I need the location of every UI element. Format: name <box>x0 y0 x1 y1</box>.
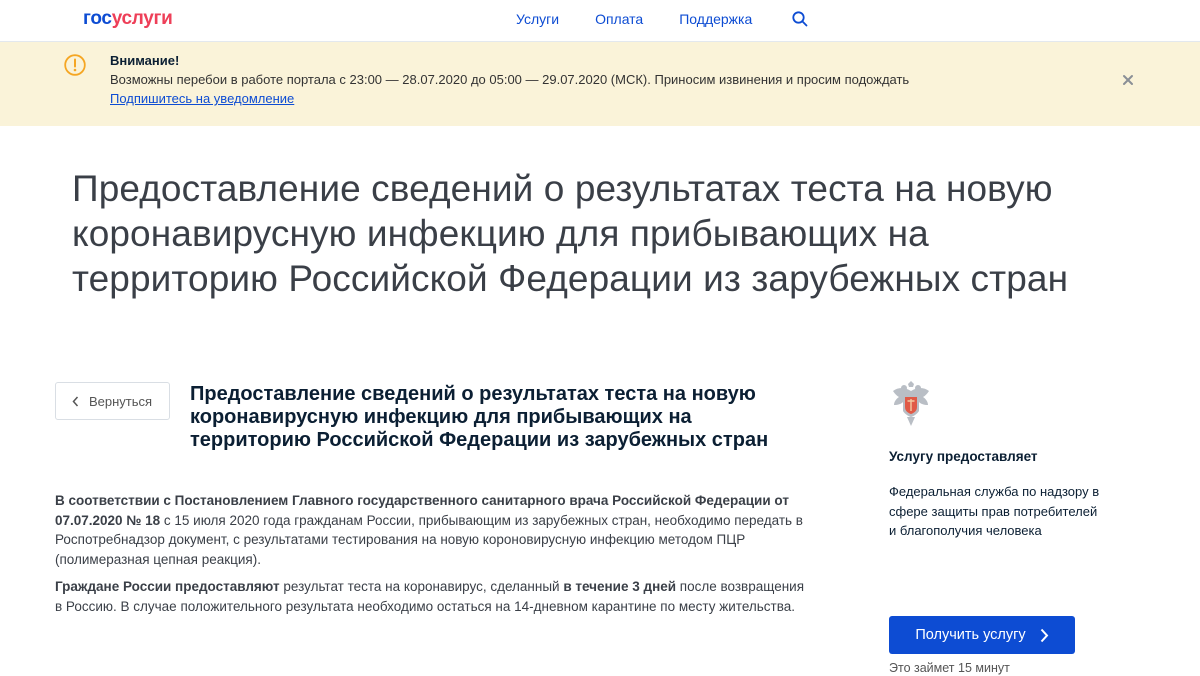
nav-services[interactable]: Услуги <box>516 10 559 28</box>
chevron-right-icon <box>1040 628 1049 642</box>
paragraph-2-text-a: результат теста на коронавирус, сделанны… <box>279 579 564 594</box>
alert-title: Внимание! <box>110 53 180 68</box>
get-service-button[interactable]: Получить услугу <box>889 616 1075 654</box>
gosuslugi-logo[interactable]: госуслуги <box>83 8 173 30</box>
top-header: госуслуги Услуги Оплата Поддержка <box>0 0 1200 42</box>
logo-part-uslugi: услуги <box>111 8 173 29</box>
nav-support[interactable]: Поддержка <box>679 10 752 28</box>
service-title: Предоставление сведений о результатах те… <box>190 383 769 451</box>
nav-payment[interactable]: Оплата <box>595 10 643 28</box>
subscribe-notification-link[interactable]: Подпишитесь на уведомление <box>110 91 294 107</box>
search-icon[interactable] <box>791 10 809 28</box>
get-service-button-label: Получить услугу <box>915 627 1026 643</box>
back-button-label: Вернуться <box>89 393 153 409</box>
warning-icon <box>64 54 86 76</box>
description-paragraph-1: В соответствии с Постановлением Главного… <box>55 491 805 569</box>
citizens-provide-bold: Граждане России предоставляют <box>55 579 280 594</box>
description-paragraph-2: Граждане России предоставляют результат … <box>55 577 805 616</box>
provider-name: Федеральная служба по надзору в сфере за… <box>889 484 1100 538</box>
main-nav: Услуги Оплата Поддержка <box>516 10 788 28</box>
within-3-days-bold: в течение 3 дней <box>563 579 677 594</box>
alert-text: Возможны перебои в работе портала с 23:0… <box>110 72 910 87</box>
close-icon[interactable] <box>1120 72 1136 88</box>
chevron-left-icon <box>72 396 79 406</box>
page-title: Предоставление сведений о результатах те… <box>72 168 1069 299</box>
logo-part-gos: гос <box>83 8 112 29</box>
duration-text: Это займет 15 минут <box>889 661 1010 675</box>
paragraph-1-text: с 15 июля 2020 года гражданам России, пр… <box>55 512 803 567</box>
back-button[interactable]: Вернуться <box>55 382 170 420</box>
rospotrebnadzor-emblem-icon <box>893 381 929 426</box>
provider-heading: Услугу предоставляет <box>889 449 1038 464</box>
